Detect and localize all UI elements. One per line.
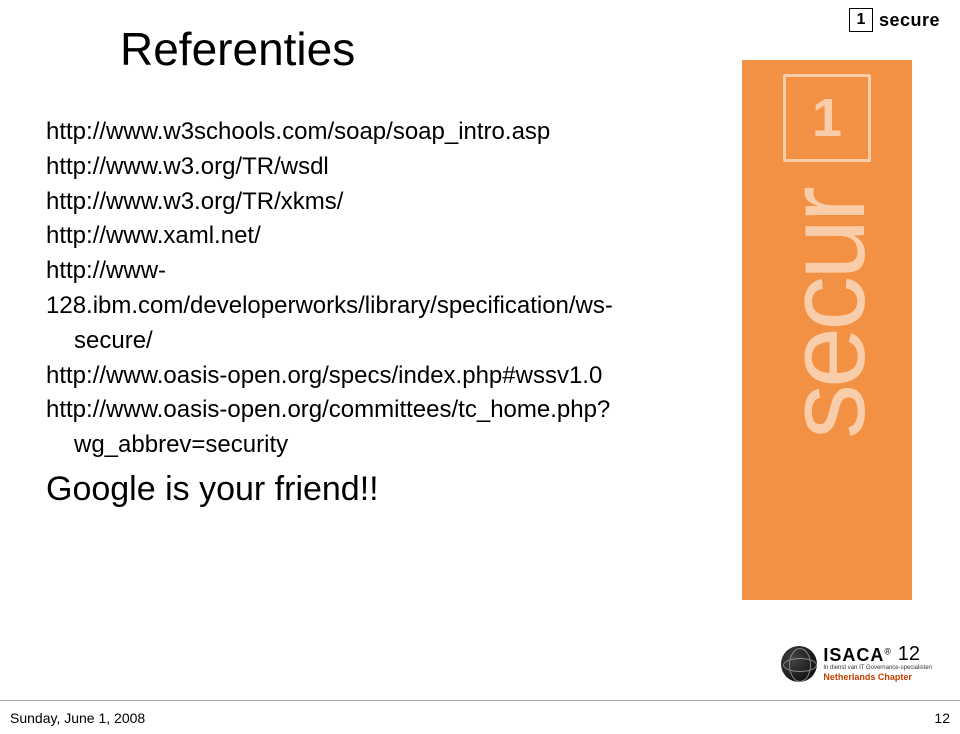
reference-item: http://www-128.ibm.com/developerworks/li… [46, 254, 686, 358]
presenter-footer: Sunday, June 1, 2008 12 [0, 700, 960, 734]
isaca-registered: ® [884, 647, 891, 657]
globe-icon [781, 646, 817, 682]
slide: 1 secure 1 secur Referenties http://www.… [0, 0, 960, 700]
isaca-name: ISACA [823, 645, 884, 665]
closing-text: Google is your friend!! [46, 470, 379, 509]
reference-item: http://www.w3schools.com/soap/soap_intro… [46, 115, 686, 150]
footer-page: 12 [934, 710, 950, 726]
watermark-column: 1 secur [742, 60, 912, 600]
reference-item: http://www.w3.org/TR/wsdl [46, 150, 686, 185]
isaca-tagline: In dienst van IT Governance-specialisten [823, 665, 932, 671]
reference-line: http://www-128.ibm.com/developerworks/li… [46, 257, 613, 319]
footer-date: Sunday, June 1, 2008 [10, 710, 145, 726]
isaca-text-block: ISACA® In dienst van IT Governance-speci… [823, 646, 932, 682]
reference-line: http://www.oasis-open.org/committees/tc_… [46, 396, 610, 423]
reference-item: http://www.oasis-open.org/committees/tc_… [46, 393, 686, 463]
reference-item: http://www.oasis-open.org/specs/index.ph… [46, 359, 686, 394]
reference-continuation: secure/ [46, 324, 686, 359]
watermark-text: secur [772, 190, 882, 439]
reference-item: http://www.xaml.net/ [46, 219, 686, 254]
isaca-chapter: Netherlands Chapter [823, 673, 932, 682]
reference-item: http://www.w3.org/TR/xkms/ [46, 185, 686, 220]
reference-continuation: wg_abbrev=security [46, 428, 686, 463]
isaca-logo: ISACA® In dienst van IT Governance-speci… [781, 646, 932, 682]
reference-list: http://www.w3schools.com/soap/soap_intro… [46, 115, 686, 463]
slide-title: Referenties [120, 22, 355, 76]
brand-logo-secure: 1 secure [849, 8, 940, 32]
watermark-icon: 1 [783, 74, 871, 162]
brand-text: secure [879, 10, 940, 31]
brand-icon: 1 [849, 8, 873, 32]
